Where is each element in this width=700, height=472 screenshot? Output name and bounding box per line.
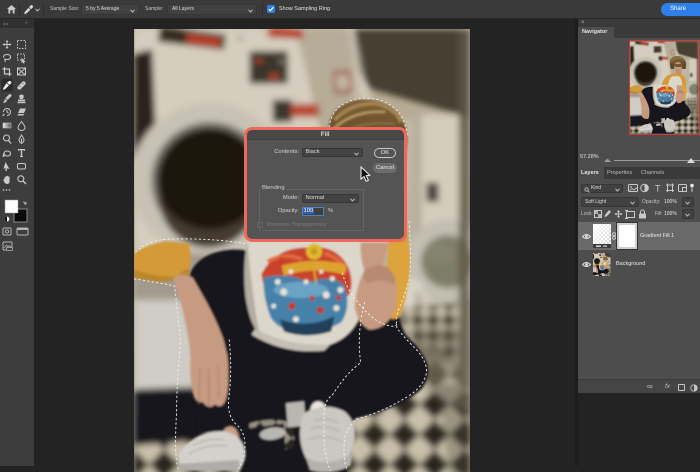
svg-text:T: T bbox=[655, 184, 661, 194]
